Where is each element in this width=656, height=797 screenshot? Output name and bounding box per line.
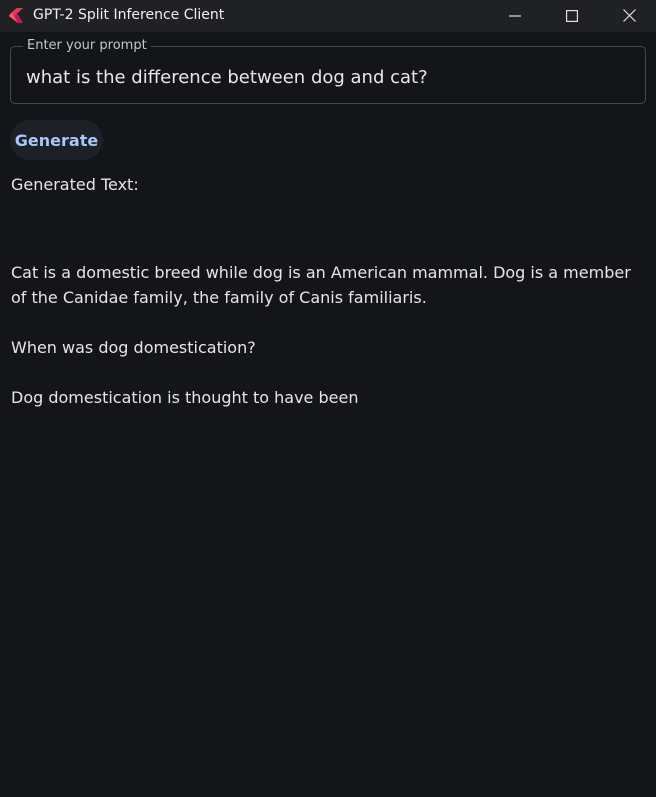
generated-text-output: Cat is a domestic breed while dog is an … — [11, 260, 651, 435]
minimize-button[interactable] — [487, 0, 543, 32]
generate-button[interactable]: Generate — [10, 120, 103, 160]
generated-text-heading: Generated Text: — [11, 175, 139, 194]
app-window: GPT-2 Split Inference Client Enter your … — [0, 0, 656, 797]
close-button[interactable] — [602, 0, 656, 32]
maximize-button[interactable] — [544, 0, 600, 32]
title-bar[interactable]: GPT-2 Split Inference Client — [0, 0, 656, 32]
maximize-icon — [566, 7, 579, 26]
close-icon — [622, 7, 636, 26]
output-paragraph: Dog domestication is thought to have bee… — [11, 388, 359, 407]
output-paragraph: When was dog domestication? — [11, 338, 256, 357]
window-title: GPT-2 Split Inference Client — [33, 7, 225, 23]
minimize-icon — [509, 7, 521, 26]
flutter-app-icon — [8, 7, 25, 24]
prompt-field[interactable]: Enter your prompt — [10, 38, 646, 104]
prompt-input[interactable] — [26, 65, 626, 91]
prompt-label: Enter your prompt — [23, 38, 151, 53]
output-paragraph: Cat is a domestic breed while dog is an … — [11, 263, 631, 307]
